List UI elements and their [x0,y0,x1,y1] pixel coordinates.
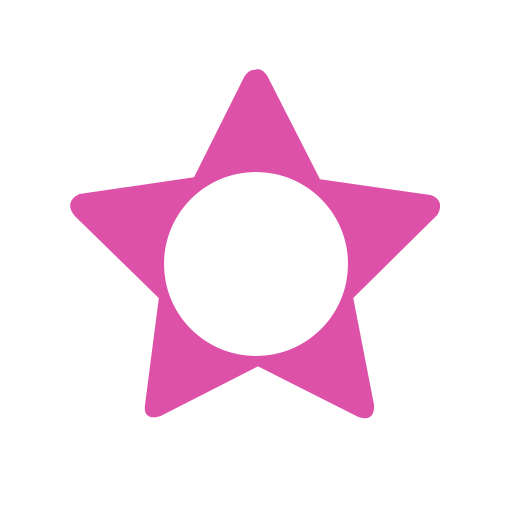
app-icon-canvas [0,0,512,512]
center-circle [164,172,348,356]
star-with-circle-icon [70,69,441,419]
